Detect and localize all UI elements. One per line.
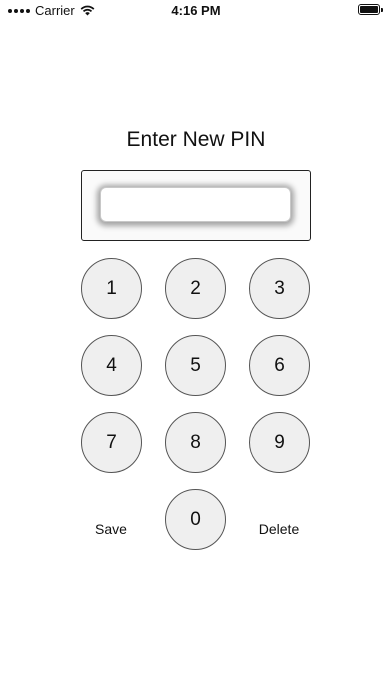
pin-frame [81, 170, 311, 241]
save-button[interactable]: Save [71, 521, 151, 537]
screen: Carrier 4:16 PM Enter New PIN 1 2 3 4 5 … [0, 0, 392, 696]
key-0[interactable]: 0 [165, 489, 226, 550]
key-6[interactable]: 6 [249, 335, 310, 396]
key-2[interactable]: 2 [165, 258, 226, 319]
key-8[interactable]: 8 [165, 412, 226, 473]
page-title: Enter New PIN [126, 128, 266, 151]
key-3[interactable]: 3 [249, 258, 310, 319]
battery-icon [358, 4, 383, 15]
key-1[interactable]: 1 [81, 258, 142, 319]
status-bar: Carrier 4:16 PM [0, 0, 392, 20]
key-7[interactable]: 7 [81, 412, 142, 473]
status-time: 4:16 PM [171, 3, 221, 18]
key-9[interactable]: 9 [249, 412, 310, 473]
key-4[interactable]: 4 [81, 335, 142, 396]
delete-button[interactable]: Delete [239, 521, 319, 537]
pin-input[interactable] [100, 187, 291, 222]
key-5[interactable]: 5 [165, 335, 226, 396]
